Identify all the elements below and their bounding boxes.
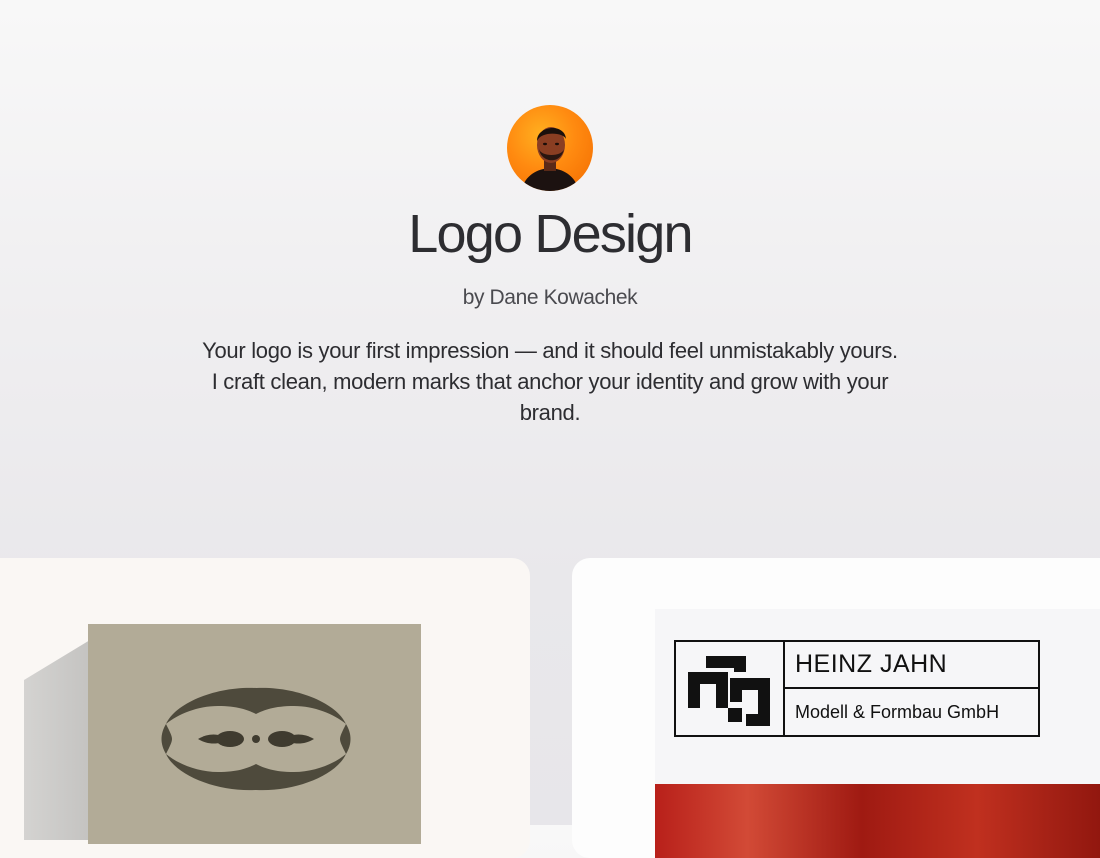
author-byline: by Dane Kowachek — [462, 286, 638, 309]
sign-company-name: HEINZ JAHN — [785, 642, 1038, 689]
red-photo-strip — [655, 784, 1100, 858]
hj-monogram-icon — [676, 642, 785, 735]
person-portrait-icon — [521, 127, 579, 191]
portfolio-card-emblem[interactable] — [0, 558, 530, 858]
portfolio-card-sign[interactable]: HEINZ JAHN Modell & Formbau GmbH — [572, 558, 1100, 858]
box-side-face — [24, 640, 90, 840]
sign-company-subtitle: Modell & Formbau GmbH — [795, 702, 1000, 722]
sign-mockup: HEINZ JAHN Modell & Formbau GmbH — [655, 609, 1100, 784]
emblem-logo-icon — [161, 687, 351, 791]
hero-section: Logo Design by Dane Kowachek Your logo i… — [0, 0, 1100, 540]
company-sign: HEINZ JAHN Modell & Formbau GmbH — [674, 640, 1040, 737]
author-avatar[interactable] — [507, 105, 593, 191]
page-title: Logo Design — [408, 204, 693, 264]
service-description: Your logo is your first impression — and… — [202, 338, 898, 425]
emblem-box-front — [88, 624, 421, 844]
